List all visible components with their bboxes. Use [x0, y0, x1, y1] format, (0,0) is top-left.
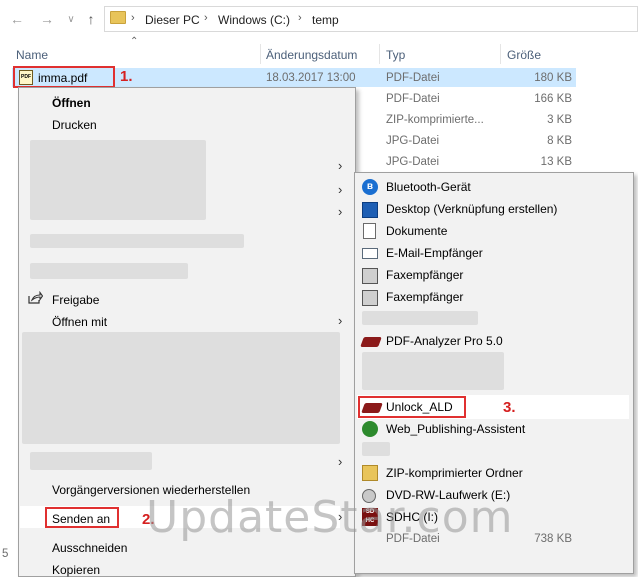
menu-item-cut[interactable]: Ausschneiden — [52, 541, 127, 555]
column-divider[interactable] — [379, 44, 380, 64]
send-to-documents[interactable]: Dokumente — [386, 224, 447, 238]
watermark: UpdateStar.com — [146, 492, 514, 543]
column-header-size[interactable]: Größe — [507, 48, 541, 62]
file-size: 166 KB — [534, 93, 572, 105]
submenu-arrow-icon: › — [338, 313, 343, 328]
send-to-web-publishing[interactable]: Web_Publishing-Assistent — [386, 422, 525, 436]
file-size: 8 KB — [547, 135, 572, 147]
up-arrow-icon[interactable]: ↑ — [80, 8, 102, 30]
breadcrumb-separator-icon: › — [131, 12, 135, 24]
send-to-unlock-ald[interactable]: Unlock_ALD — [386, 400, 453, 414]
menu-item-share[interactable]: Freigabe — [52, 293, 99, 307]
send-to-desktop[interactable]: Desktop (Verknüpfung erstellen) — [386, 202, 557, 216]
send-to-fax-2[interactable]: Faxempfänger — [386, 290, 463, 304]
blurred-menu-item — [30, 234, 244, 248]
send-to-pdf-analyzer[interactable]: PDF-Analyzer Pro 5.0 — [386, 334, 503, 348]
submenu-arrow-icon: › — [338, 454, 343, 469]
menu-item-copy[interactable]: Kopieren — [52, 563, 100, 577]
file-size: 13 KB — [540, 156, 572, 168]
breadcrumb-drive[interactable]: Windows (C:) — [218, 13, 290, 27]
breadcrumb-separator-icon: › — [298, 12, 302, 24]
mail-icon — [362, 248, 378, 259]
fax-icon — [362, 290, 378, 306]
file-size: 738 KB — [534, 533, 572, 545]
menu-item-send-to[interactable]: Senden an — [52, 512, 110, 526]
breadcrumb-temp[interactable]: temp — [312, 13, 339, 27]
file-type: JPG-Datei — [386, 156, 440, 168]
step-label-3: 3. — [503, 399, 516, 416]
blurred-menu-item — [30, 263, 188, 279]
submenu-arrow-icon: › — [338, 182, 343, 197]
submenu-arrow-icon: › — [338, 158, 343, 173]
back-arrow-icon[interactable]: ← — [6, 8, 28, 30]
file-type: ZIP-komprimierte... — [386, 114, 484, 126]
send-to-zip[interactable]: ZIP-komprimierter Ordner — [386, 466, 523, 480]
fax-icon — [362, 268, 378, 284]
send-to-fax[interactable]: Faxempfänger — [386, 268, 463, 282]
column-divider[interactable] — [260, 44, 261, 64]
file-name[interactable]: imma.pdf — [38, 71, 87, 85]
forward-arrow-icon[interactable]: → — [36, 8, 58, 30]
blurred-menu-item — [30, 452, 152, 470]
row-stub: 5 — [2, 548, 9, 560]
file-date: 18.03.2017 13:00 — [266, 72, 356, 84]
share-icon — [28, 291, 43, 304]
menu-item-open[interactable]: Öffnen — [52, 96, 91, 110]
blurred-submenu-item — [362, 311, 478, 325]
sort-ascending-icon: ⌃ — [130, 36, 139, 47]
blurred-menu-items — [22, 332, 340, 444]
step-label-1: 1. — [120, 68, 133, 85]
menu-item-print[interactable]: Drucken — [52, 118, 97, 132]
desktop-icon — [362, 202, 378, 218]
column-divider[interactable] — [500, 44, 501, 64]
zip-folder-icon — [362, 465, 378, 481]
blurred-submenu-item — [362, 352, 504, 390]
recent-chevron-icon[interactable]: ∨ — [60, 8, 82, 30]
file-type: PDF-Datei — [386, 93, 440, 105]
submenu-arrow-icon: › — [338, 204, 343, 219]
file-size: 180 KB — [534, 72, 572, 84]
menu-item-open-with[interactable]: Öffnen mit — [52, 315, 107, 329]
blurred-menu-items — [30, 140, 206, 220]
web-publishing-icon — [362, 421, 378, 437]
folder-icon — [110, 11, 126, 24]
file-size: 3 KB — [547, 114, 572, 126]
column-header-type[interactable]: Typ — [386, 48, 405, 62]
file-type: JPG-Datei — [386, 135, 440, 147]
file-type: PDF-Datei — [386, 72, 440, 84]
pdf-analyzer-icon — [360, 337, 382, 347]
unlock-ald-icon — [361, 403, 383, 413]
breadcrumb-separator-icon: › — [204, 12, 208, 24]
pdf-file-icon: PDF — [19, 70, 33, 85]
send-to-bluetooth[interactable]: Bluetooth-Gerät — [386, 180, 471, 194]
column-header-date[interactable]: Änderungsdatum — [266, 48, 357, 62]
column-header-name[interactable]: Name — [16, 48, 48, 62]
send-to-mail[interactable]: E-Mail-Empfänger — [386, 246, 483, 260]
blurred-submenu-item — [362, 442, 390, 456]
documents-icon — [363, 223, 376, 239]
bluetooth-icon: ʙ — [362, 179, 378, 195]
breadcrumb-this-pc[interactable]: Dieser PC — [145, 13, 200, 27]
